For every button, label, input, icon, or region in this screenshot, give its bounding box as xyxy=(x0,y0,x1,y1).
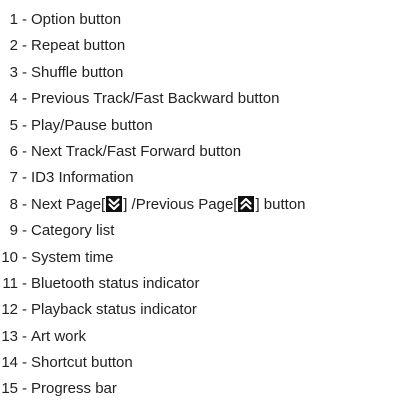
item-separator: - xyxy=(22,327,27,345)
list-item: 6 - Next Track/Fast Forward button xyxy=(0,139,396,165)
item-separator: - xyxy=(22,169,27,187)
item-separator: - xyxy=(22,37,27,55)
item-number: 13 xyxy=(1,327,18,345)
item-label: Bluetooth status indicator xyxy=(31,274,200,292)
item-label: Play/Pause button xyxy=(31,116,153,134)
item-number: 5 xyxy=(9,116,18,134)
item-number: 1 xyxy=(9,11,18,28)
list-item: 13 - Art work xyxy=(0,324,396,350)
item-separator: - xyxy=(22,195,27,213)
list-item: 3 - Shuffle button xyxy=(0,60,396,86)
list-item: 12 - Playback status indicator xyxy=(0,297,396,323)
item-separator: - xyxy=(22,63,27,81)
legend-list: 1 - Option button 2 - Repeat button 3 - … xyxy=(0,0,396,403)
item-separator: - xyxy=(22,116,27,134)
item-label: Shuffle button xyxy=(31,63,124,81)
item-label: Next Page[ ] /Previous Page[ ] button xyxy=(31,192,306,218)
list-item: 14 - Shortcut button xyxy=(0,350,396,376)
item-label: ID3 Information xyxy=(31,169,134,187)
list-item: 8 - Next Page[ ] /Previous Page[ ] button xyxy=(0,192,396,218)
double-chevron-down-icon xyxy=(106,195,123,212)
item-separator: - xyxy=(22,11,27,28)
item-label: Repeat button xyxy=(31,37,126,55)
item-label: Playback status indicator xyxy=(31,301,197,319)
list-item: 11 - Bluetooth status indicator xyxy=(0,271,396,297)
list-item: 5 - Play/Pause button xyxy=(0,113,396,139)
item-number: 7 xyxy=(9,169,18,187)
list-item: 10 - System time xyxy=(0,245,396,271)
item-label: System time xyxy=(31,248,114,266)
item-label: Shortcut button xyxy=(31,354,133,372)
list-item: 7 - ID3 Information xyxy=(0,165,396,191)
item-number: 15 xyxy=(1,380,18,398)
item-separator: - xyxy=(22,274,27,292)
item-number: 3 xyxy=(9,63,18,81)
item-separator: - xyxy=(22,380,27,398)
item-separator: - xyxy=(22,354,27,372)
list-item: 2 - Repeat button xyxy=(0,33,396,59)
item-number: 10 xyxy=(1,248,18,266)
item-number: 9 xyxy=(9,222,18,240)
item-number: 14 xyxy=(1,354,18,372)
item-separator: - xyxy=(22,222,27,240)
item-label: Art work xyxy=(31,327,87,345)
list-item: 9 - Category list xyxy=(0,218,396,244)
item-number: 4 xyxy=(9,90,18,108)
item-separator: - xyxy=(22,248,27,266)
item-separator: - xyxy=(22,142,27,160)
item-label: Progress bar xyxy=(31,380,117,398)
list-item: 15 - Progress bar xyxy=(0,376,396,402)
item-label: Option button xyxy=(31,11,122,28)
item-number: 6 xyxy=(9,142,18,160)
item-separator: - xyxy=(22,301,27,319)
item-label-part3: ] button xyxy=(255,195,306,213)
list-item: 4 - Previous Track/Fast Backward button xyxy=(0,86,396,112)
item-number: 8 xyxy=(9,195,18,213)
item-label: Category list xyxy=(31,222,115,240)
item-number: 2 xyxy=(9,37,18,55)
item-label: Next Track/Fast Forward button xyxy=(31,142,242,160)
list-item: 1 - Option button xyxy=(0,7,396,33)
item-label-part2: ] /Previous Page[ xyxy=(123,195,238,213)
item-number: 11 xyxy=(2,274,18,292)
item-separator: - xyxy=(22,90,27,108)
item-label: Previous Track/Fast Backward button xyxy=(31,90,280,108)
item-label-part1: Next Page[ xyxy=(31,195,106,213)
item-number: 12 xyxy=(1,301,18,319)
double-chevron-up-icon xyxy=(238,195,255,212)
